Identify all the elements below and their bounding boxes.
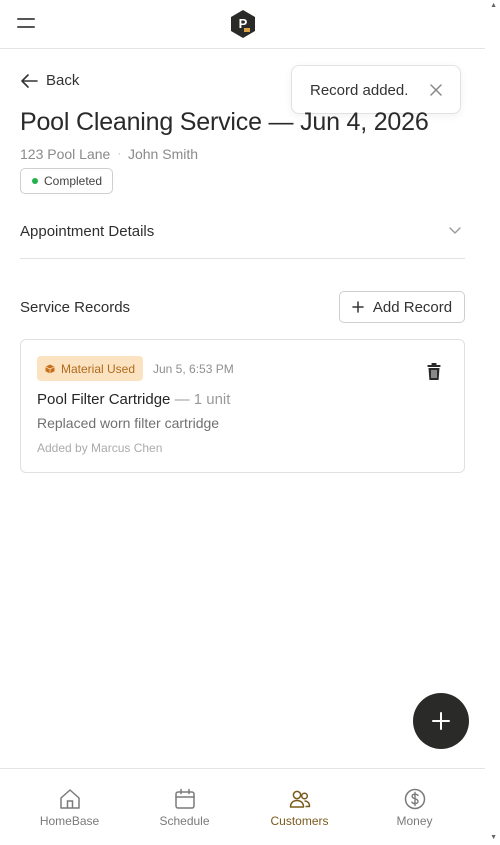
toast-notification: Record added. [291,65,461,114]
trash-icon[interactable] [427,363,441,381]
app-logo: P [231,10,255,38]
scroll-up-arrow[interactable]: ▲ [490,2,497,9]
record-timestamp: Jun 5, 6:53 PM [153,362,234,376]
service-record-card: Material Used Jun 5, 6:53 PM Pool Filter… [20,339,465,473]
nav-label: Customers [270,814,329,828]
chevron-down-icon [449,227,461,234]
add-record-button[interactable]: Add Record [339,291,465,323]
box-icon [45,364,55,373]
address-text: 123 Pool Lane [20,146,111,162]
nav-label: Schedule [159,814,210,828]
record-type-tag: Material Used [37,356,144,381]
nav-item-money[interactable]: Money [357,769,472,845]
appointment-meta: 123 Pool Lane · John Smith [20,146,198,162]
add-fab-button[interactable] [413,693,469,749]
status-badge: Completed [20,168,114,194]
nav-label: Money [396,814,433,828]
calendar-icon [174,788,195,809]
back-label: Back [46,72,80,89]
close-icon[interactable] [429,83,443,97]
bottom-nav: HomeBase Schedule Customers Money [0,768,485,845]
top-bar: P [0,0,485,49]
page-title: Pool Cleaning Service — Jun 4, 2026 [20,108,429,136]
record-type-label: Material Used [61,361,136,376]
appointment-details-label: Appointment Details [20,223,155,240]
nav-item-customers[interactable]: Customers [242,769,357,845]
nav-item-schedule[interactable]: Schedule [127,769,242,845]
status-dot [32,178,38,184]
appointment-details-toggle[interactable]: Appointment Details [20,218,465,259]
status-label: Completed [44,174,103,188]
nav-label: HomeBase [39,814,100,828]
nav-item-homebase[interactable]: HomeBase [12,769,127,845]
service-records-title: Service Records [20,299,131,316]
users-icon [289,790,310,808]
record-added-by: Added by Marcus Chen [37,441,163,455]
add-record-label: Add Record [372,298,453,316]
record-description: Replaced worn filter cartridge [37,415,220,431]
record-quantity: — 1 unit [174,391,231,408]
separator-dot: · [117,148,121,160]
arrow-left-icon [21,73,38,88]
plus-icon [432,712,450,730]
toast-message: Record added. [310,82,409,99]
dollar-icon [404,788,425,810]
back-button[interactable]: Back [20,72,79,89]
record-item-name: Pool Filter Cartridge [37,391,171,408]
home-icon [59,789,80,809]
scroll-down-arrow[interactable]: ▼ [490,834,497,841]
customer-name: John Smith [127,146,199,162]
plus-icon [352,301,364,313]
menu-icon[interactable] [17,17,35,29]
record-item-title: Pool Filter Cartridge — 1 unit [37,391,230,408]
